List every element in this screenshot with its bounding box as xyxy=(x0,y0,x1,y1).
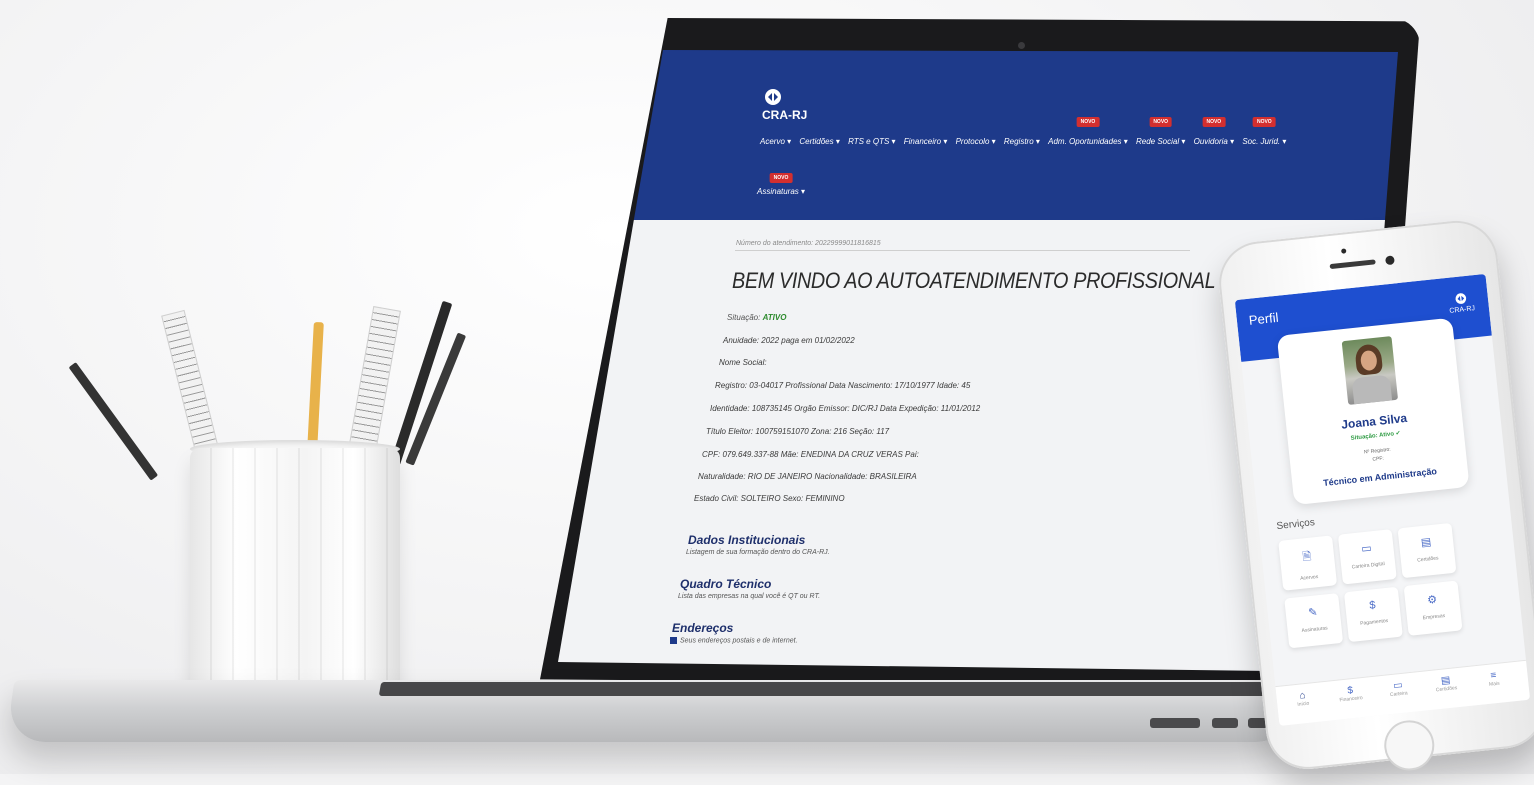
main-nav: Acervo ▾ Certidões ▾ RTS e QTS ▾ Finance… xyxy=(760,117,1292,146)
bottom-nav-financeiro[interactable]: $ Financeiro xyxy=(1330,683,1372,704)
info-identidade: Identidade: 108735145 Orgão Emissor: DIC… xyxy=(710,404,981,413)
service-tile-assinaturas[interactable]: ✎ Assinaturas xyxy=(1284,593,1344,649)
nav-soc-jurid[interactable]: NOVO Soc. Jurid. ▾ xyxy=(1242,117,1286,146)
building-icon: ⚙ xyxy=(1426,593,1438,607)
services-label: Serviços xyxy=(1276,517,1316,533)
info-titulo: Título Eleitor: 100759151070 Zona: 216 S… xyxy=(706,427,890,436)
section-dados-institucionais[interactable]: Dados Institucionais xyxy=(688,533,805,547)
new-badge: NOVO xyxy=(769,173,793,183)
new-badge: NOVO xyxy=(1202,117,1226,127)
cra-logo-icon xyxy=(1455,293,1467,304)
site-logo[interactable]: CRA-RJ xyxy=(762,88,807,122)
section-enderecos-sub: Seus endereços postais e de internet. xyxy=(670,637,798,644)
info-anuidade: Anuidade: 2022 paga em 01/02/2022 xyxy=(723,336,855,345)
service-tile-carteira[interactable]: ▭ Carteira Digital xyxy=(1337,529,1397,585)
service-tile-pagamentos[interactable]: $ Pagamentos xyxy=(1343,586,1403,643)
page-title: BEM VINDO AO AUTOATENDIMENTO PROFISSIONA… xyxy=(732,268,1291,293)
section-quadro-tecnico[interactable]: Quadro Técnico xyxy=(680,577,771,591)
card-icon: ▭ xyxy=(1360,542,1373,556)
info-estado-civil: Estado Civil: SOLTEIRO Sexo: FEMININO xyxy=(694,494,845,503)
service-tile-empresas[interactable]: ⚙ Empresas xyxy=(1403,580,1463,636)
bottom-nav-carteira[interactable]: ▭ Carteira xyxy=(1378,678,1420,699)
new-badge: NOVO xyxy=(1076,117,1100,127)
bottom-nav-mais[interactable]: ≡ Mais xyxy=(1473,668,1515,689)
laptop-port xyxy=(1212,718,1238,728)
laptop-keyboard-edge xyxy=(378,682,1282,696)
nav-registro[interactable]: Registro ▾ xyxy=(1004,137,1040,146)
cra-logo-icon xyxy=(765,89,781,105)
cup-body xyxy=(190,448,400,710)
edit-icon[interactable] xyxy=(670,637,677,644)
nav-adm-oportunidades[interactable]: NOVO Adm. Oportunidades ▾ xyxy=(1048,117,1128,146)
app-logo: CRA-RJ xyxy=(1448,291,1475,315)
document-icon: 🗎 xyxy=(1301,550,1313,564)
new-badge: NOVO xyxy=(1149,117,1173,127)
info-registro: Registro: 03-04017 Profissional Data Nas… xyxy=(715,381,971,390)
nav-financeiro[interactable]: Financeiro ▾ xyxy=(904,137,948,146)
certificate-icon: ▤ xyxy=(1420,536,1432,550)
info-nome-social: Nome Social: xyxy=(719,358,767,367)
service-tile-certidoes[interactable]: ▤ Certidões xyxy=(1397,522,1457,579)
nav-ouvidoria[interactable]: NOVO Ouvidoria ▾ xyxy=(1194,117,1234,146)
signature-icon: ✎ xyxy=(1307,606,1319,620)
bottom-nav-inicio[interactable]: ⌂ Início xyxy=(1282,688,1324,709)
avatar xyxy=(1341,336,1399,405)
nav-acervo[interactable]: Acervo ▾ xyxy=(760,137,791,146)
status-badge: ATIVO xyxy=(762,313,787,322)
nav-rede-social[interactable]: NOVO Rede Social ▾ xyxy=(1136,117,1185,146)
section-quadro-tecnico-sub: Lista das empresas na qual você é QT ou … xyxy=(678,593,821,600)
info-cpf: CPF: 079.649.337-88 Mãe: ENEDINA DA CRUZ… xyxy=(702,450,919,459)
app-title: Perfil xyxy=(1248,309,1280,328)
nav-rts-qts[interactable]: RTS e QTS ▾ xyxy=(848,137,895,146)
service-tile-acervos[interactable]: 🗎 Acervos xyxy=(1278,535,1338,591)
bottom-nav-certidoes[interactable]: ▤ Certidões xyxy=(1425,673,1467,694)
info-naturalidade: Naturalidade: RIO DE JANEIRO Nacionalida… xyxy=(698,472,917,481)
info-situacao: Situação: ATIVO xyxy=(727,313,787,322)
profile-card: Joana Silva Situação: Ativo ✔ Nº Registr… xyxy=(1276,317,1470,506)
site-logo-text: CRA-RJ xyxy=(762,108,808,122)
laptop-port xyxy=(1150,718,1200,728)
atendimento-number: Número do atendimento: 20229999011816815 xyxy=(736,240,881,247)
new-badge: NOVO xyxy=(1252,117,1276,127)
nav-assinaturas[interactable]: NOVO Assinaturas ▾ xyxy=(757,173,805,196)
laptop-camera xyxy=(1018,42,1025,49)
phone-screen: Perfil CRA-RJ Joana Silva Situação: Ativ… xyxy=(1234,273,1531,726)
section-enderecos[interactable]: Endereços xyxy=(672,621,733,635)
divider xyxy=(735,250,1190,251)
payment-icon: $ xyxy=(1368,599,1377,612)
section-dados-institucionais-sub: Listagem de sua formação dentro do CRA-R… xyxy=(686,549,830,556)
phone: Perfil CRA-RJ Joana Silva Situação: Ativ… xyxy=(1215,213,1534,774)
nav-protocolo[interactable]: Protocolo ▾ xyxy=(956,137,996,146)
nav-certidoes[interactable]: Certidões ▾ xyxy=(799,137,839,146)
